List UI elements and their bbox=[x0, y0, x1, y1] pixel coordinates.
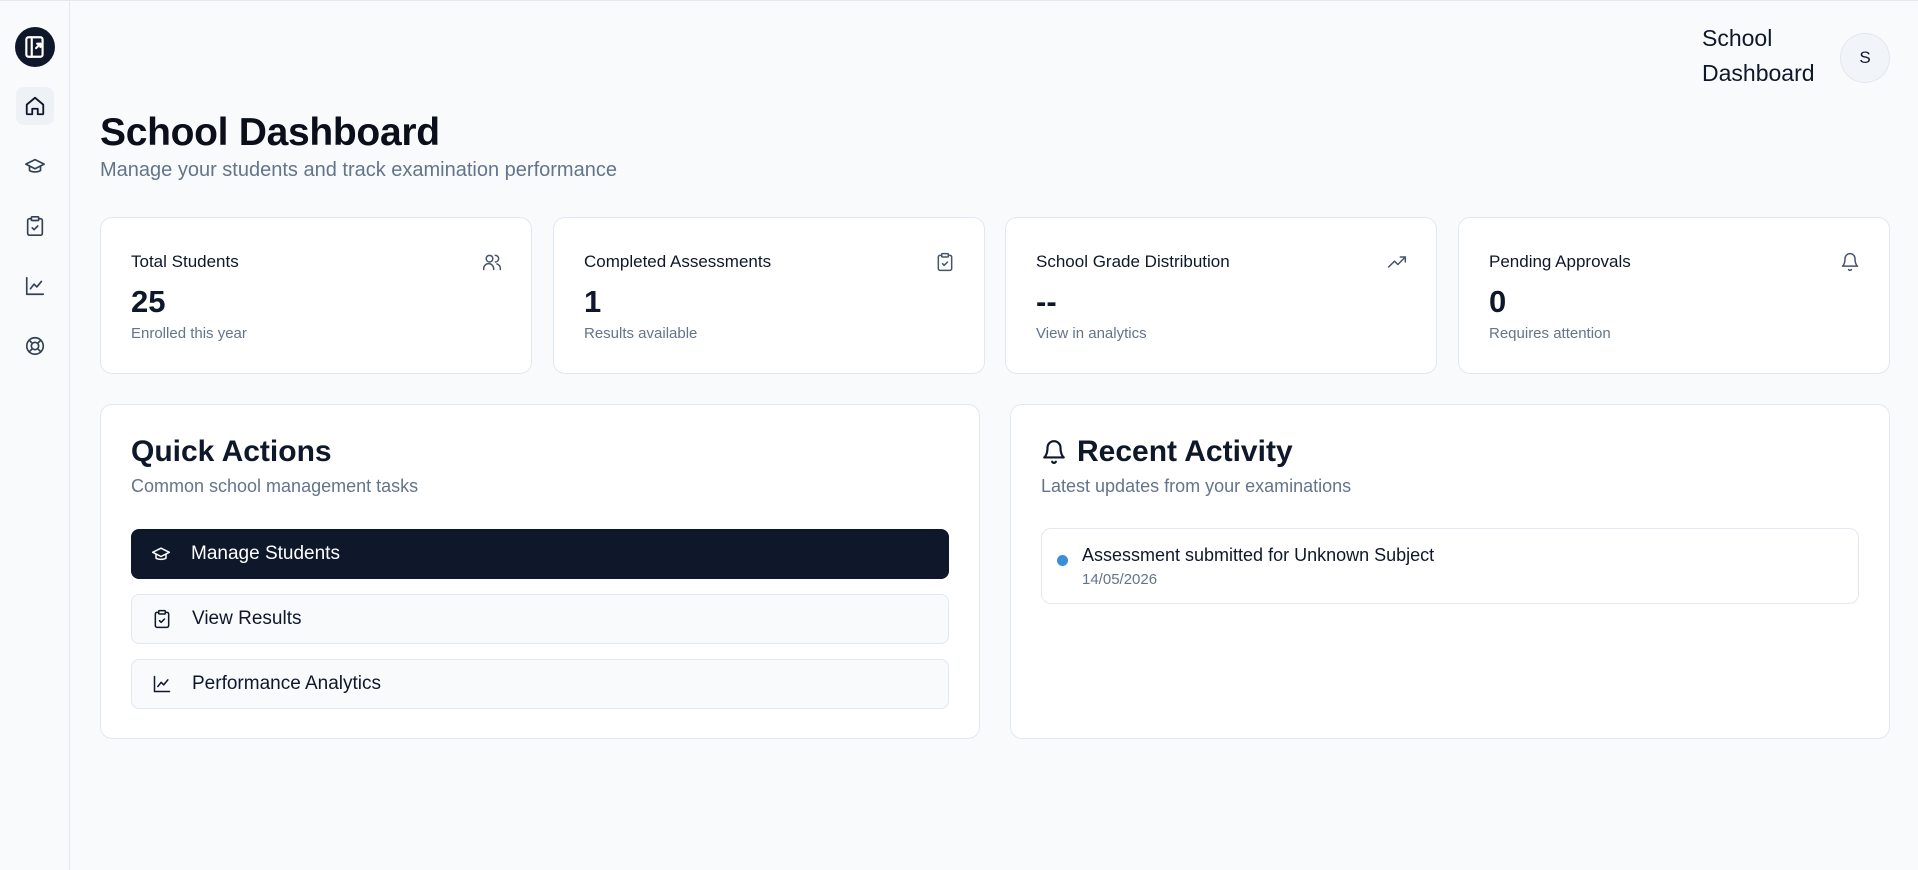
button-label: Performance Analytics bbox=[192, 673, 382, 694]
stat-card-completed-assessments: Completed Assessments 1 Results availabl… bbox=[553, 217, 985, 374]
manage-students-button[interactable]: Manage Students bbox=[131, 529, 949, 579]
stat-card-pending-approvals: Pending Approvals 0 Requires attention bbox=[1458, 217, 1890, 374]
stat-note: View in analytics bbox=[1036, 325, 1147, 342]
bell-icon bbox=[1841, 252, 1859, 272]
button-label: Manage Students bbox=[191, 543, 340, 564]
lifebuoy-icon bbox=[25, 336, 45, 356]
view-results-button[interactable]: View Results bbox=[131, 594, 949, 644]
users-icon bbox=[482, 254, 502, 271]
clipboard-check-icon bbox=[154, 609, 170, 629]
stat-note: Results available bbox=[584, 325, 698, 342]
activity-item[interactable]: Assessment submitted for Unknown Subject… bbox=[1041, 528, 1859, 604]
performance-analytics-button[interactable]: Performance Analytics bbox=[131, 659, 949, 709]
header-title: School Dashboard bbox=[1702, 25, 1815, 86]
stat-value: 25 bbox=[131, 284, 166, 319]
stat-note: Enrolled this year bbox=[131, 325, 247, 342]
sidebar-item-students[interactable] bbox=[16, 147, 54, 185]
quick-actions-subtitle: Common school management tasks bbox=[131, 476, 419, 496]
stat-label: Pending Approvals bbox=[1489, 252, 1631, 271]
recent-activity-panel: Recent Activity Latest updates from your… bbox=[1010, 404, 1890, 739]
quick-actions-title-text: Quick Actions bbox=[131, 435, 332, 468]
button-label: View Results bbox=[192, 608, 302, 629]
sidebar-item-support[interactable] bbox=[16, 327, 54, 365]
sidebar-item-analytics[interactable] bbox=[16, 267, 54, 305]
activity-date: 14/05/2026 bbox=[1082, 571, 1158, 588]
stat-label: Total Students bbox=[131, 252, 239, 271]
page-subtitle: Manage your students and track examinati… bbox=[100, 159, 617, 181]
sidebar bbox=[0, 1, 70, 870]
line-chart-icon bbox=[153, 675, 171, 693]
sidebar-item-home[interactable] bbox=[16, 87, 54, 125]
activity-status-dot bbox=[1057, 555, 1068, 566]
clipboard-check-icon bbox=[937, 252, 953, 272]
activity-text: Assessment submitted for Unknown Subject bbox=[1082, 545, 1435, 565]
graduation-cap-icon bbox=[25, 158, 45, 173]
page-title: School Dashboard bbox=[100, 111, 440, 154]
trending-up-icon bbox=[1387, 256, 1407, 268]
stat-label: School Grade Distribution bbox=[1036, 252, 1230, 271]
home-icon bbox=[25, 96, 45, 116]
logo-icon bbox=[25, 36, 44, 58]
stat-card-total-students: Total Students 25 Enrolled this year bbox=[100, 217, 532, 374]
sidebar-item-assessments[interactable] bbox=[16, 207, 54, 245]
stat-value: 1 bbox=[584, 284, 602, 319]
stat-label: Completed Assessments bbox=[584, 252, 772, 271]
line-chart-icon bbox=[25, 276, 45, 296]
graduation-cap-icon bbox=[151, 547, 171, 561]
stat-value: 0 bbox=[1489, 284, 1507, 319]
recent-activity-title: Recent Activity bbox=[1041, 435, 1293, 469]
bell-icon bbox=[1043, 440, 1065, 464]
quick-actions-title: Quick Actions bbox=[131, 435, 332, 469]
stat-note: Requires attention bbox=[1489, 325, 1611, 342]
quick-actions-panel: Quick Actions Common school management t… bbox=[100, 404, 980, 739]
stat-card-grade-distribution: School Grade Distribution -- View in ana… bbox=[1005, 217, 1437, 374]
recent-activity-title-text: Recent Activity bbox=[1077, 435, 1293, 468]
clipboard-check-icon bbox=[26, 216, 44, 236]
stat-value: -- bbox=[1036, 284, 1057, 319]
recent-activity-subtitle: Latest updates from your examinations bbox=[1041, 476, 1352, 496]
app-logo[interactable] bbox=[15, 27, 55, 67]
avatar[interactable]: S bbox=[1840, 33, 1890, 83]
